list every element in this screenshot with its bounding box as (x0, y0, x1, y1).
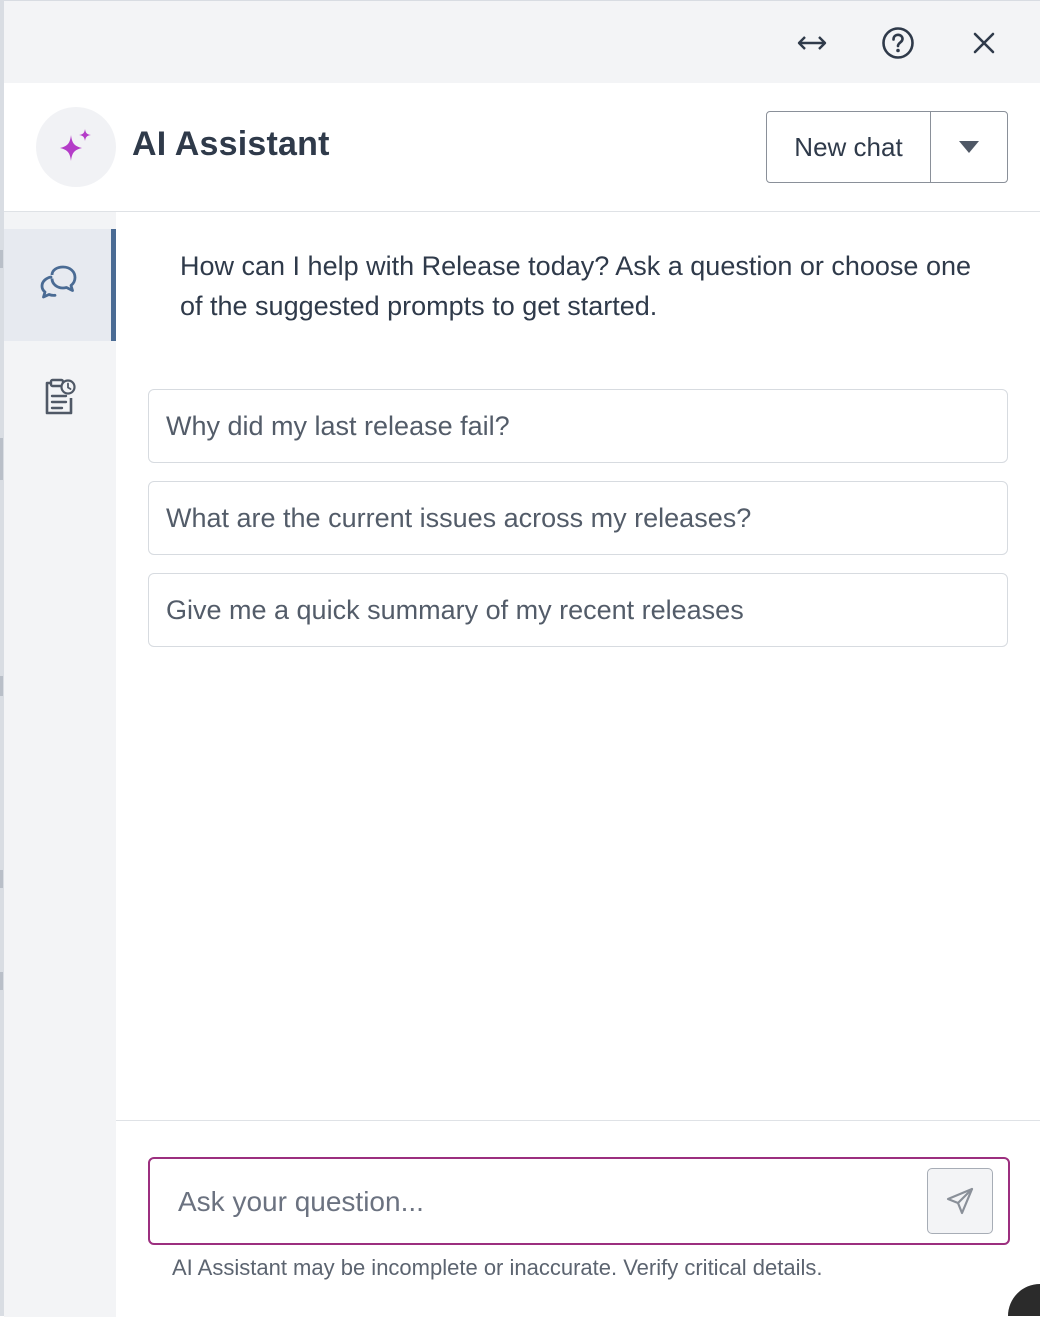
suggested-prompt[interactable]: What are the current issues across my re… (148, 481, 1008, 555)
send-button[interactable] (927, 1168, 993, 1234)
assistant-header: AI Assistant New chat (4, 83, 1040, 212)
caret-down-icon (959, 141, 979, 153)
suggested-prompt[interactable]: Give me a quick summary of my recent rel… (148, 573, 1008, 647)
new-chat-dropdown-button[interactable] (931, 112, 1007, 182)
sidebar-item-history[interactable] (4, 341, 116, 453)
resize-horizontal-icon[interactable] (792, 23, 832, 63)
chat-bubbles-icon (40, 265, 76, 299)
question-input-box (148, 1157, 1010, 1245)
new-chat-button[interactable]: New chat (767, 112, 931, 182)
assistant-avatar (36, 107, 116, 187)
sparkle-icon (60, 129, 91, 161)
ai-assistant-panel: AI Assistant New chat How can I help wit… (4, 0, 1040, 1318)
help-circle-icon[interactable] (878, 23, 918, 63)
new-chat-split-button: New chat (766, 111, 1008, 183)
side-navigation (4, 212, 116, 1317)
page-title: AI Assistant (132, 125, 330, 163)
send-icon (946, 1187, 974, 1215)
panel-toolbar (4, 1, 1040, 83)
disclaimer-text: AI Assistant may be incomplete or inaccu… (172, 1255, 823, 1280)
question-input[interactable] (176, 1175, 920, 1229)
sidebar-item-chat[interactable] (4, 229, 116, 341)
composer: AI Assistant may be incomplete or inaccu… (116, 1120, 1040, 1318)
suggested-prompt[interactable]: Why did my last release fail? (148, 389, 1008, 463)
chat-content: How can I help with Release today? Ask a… (116, 212, 1040, 1120)
assistant-greeting: How can I help with Release today? Ask a… (180, 251, 971, 321)
history-clipboard-icon (45, 378, 76, 415)
close-icon[interactable] (964, 23, 1004, 63)
